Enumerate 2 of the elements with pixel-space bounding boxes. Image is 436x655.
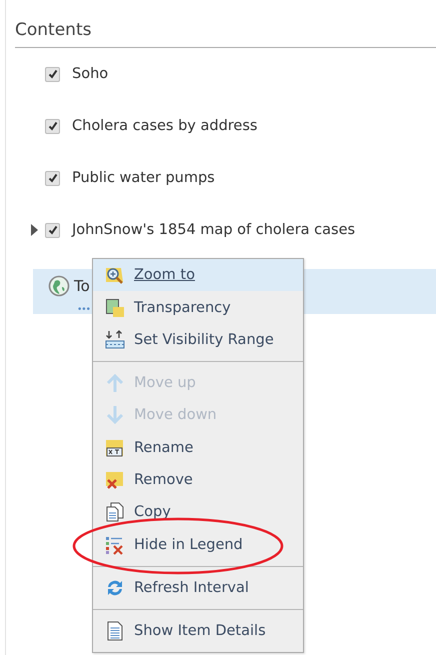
panel-title: Contents xyxy=(15,20,92,40)
layer-name: To xyxy=(74,277,90,295)
